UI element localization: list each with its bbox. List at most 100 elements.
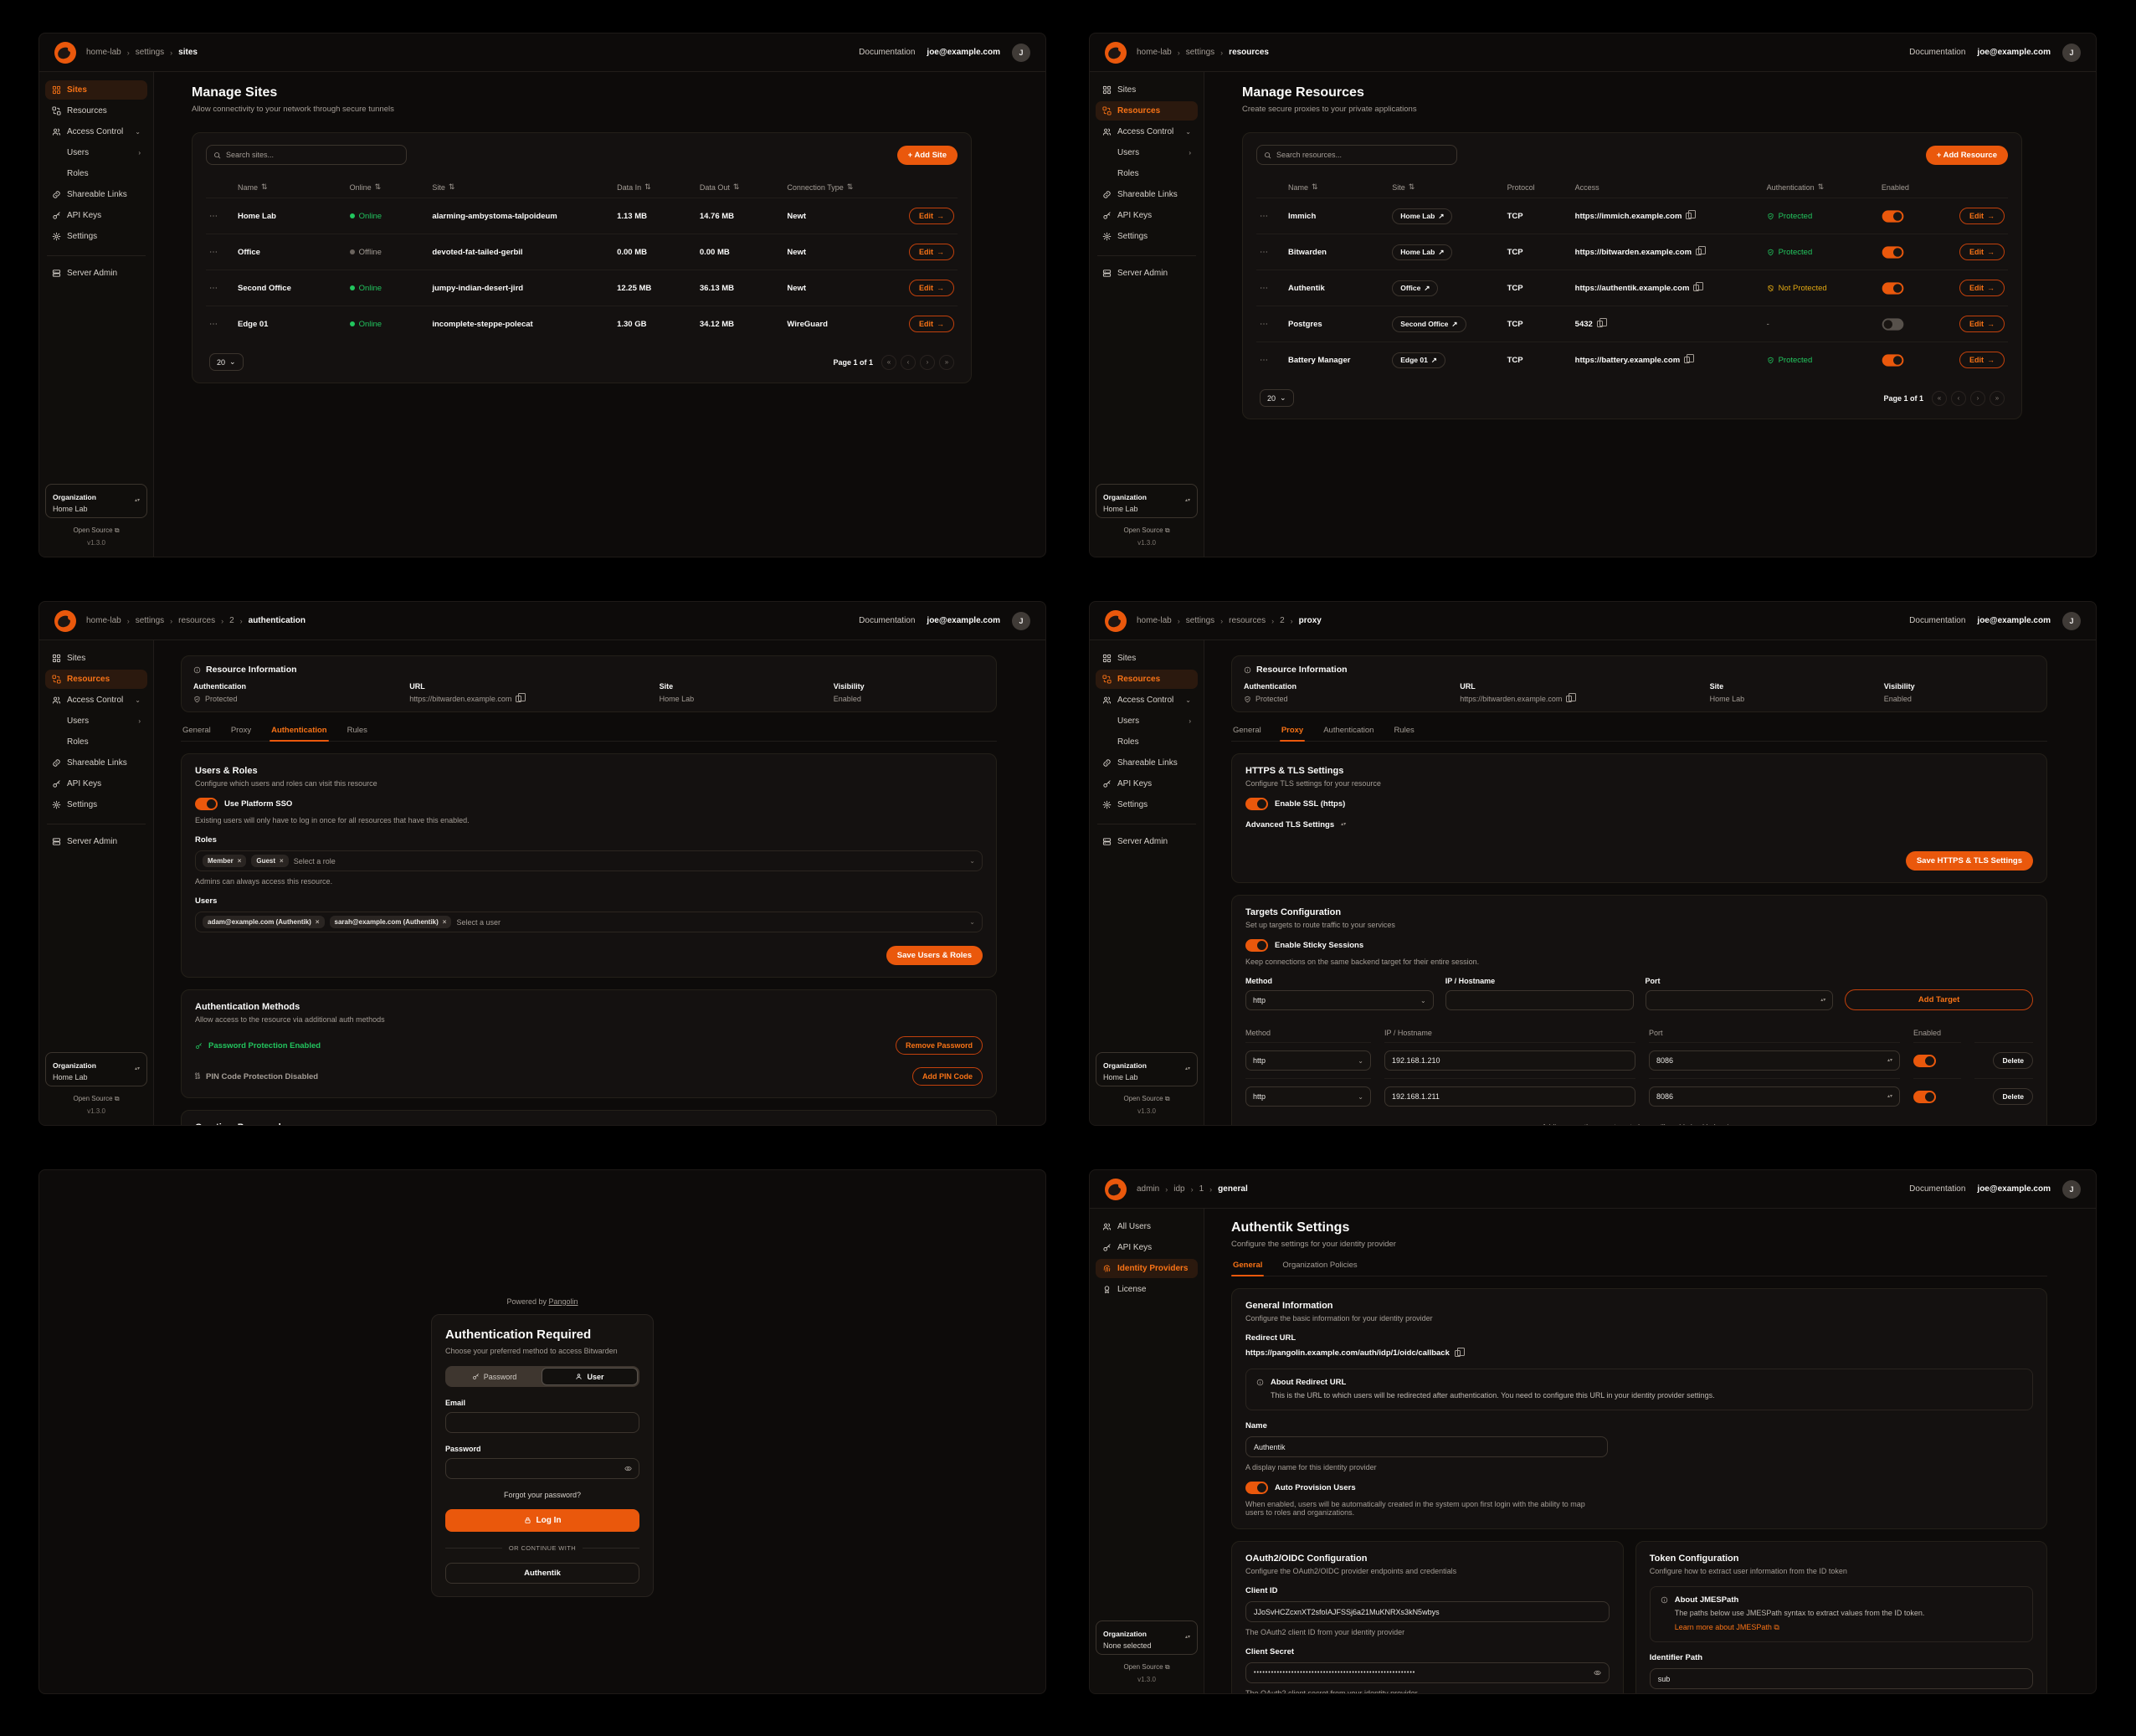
copy-icon[interactable] — [1597, 321, 1603, 327]
last-page-button[interactable]: » — [939, 355, 954, 370]
password-field[interactable] — [445, 1458, 639, 1479]
delete-target-button[interactable]: Delete — [1993, 1052, 2033, 1069]
edit-button[interactable]: Edit→ — [909, 280, 954, 296]
sidebar-item-api-keys[interactable]: API Keys — [1096, 206, 1198, 225]
copy-icon[interactable] — [1455, 1350, 1461, 1357]
breadcrumb-item[interactable]: resources — [1229, 616, 1266, 625]
sidebar-item-api-keys[interactable]: API Keys — [45, 774, 147, 794]
sidebar-item-settings[interactable]: Settings — [1096, 227, 1198, 246]
target-enabled-toggle[interactable] — [1913, 1091, 1936, 1103]
sidebar-item-users[interactable]: Users› — [45, 143, 147, 162]
open-source-link[interactable]: Open Source ⧉ — [1096, 1095, 1198, 1103]
sidebar-item-resources[interactable]: Resources — [45, 670, 147, 689]
remove-icon[interactable]: × — [238, 857, 242, 865]
documentation-link[interactable]: Documentation — [859, 48, 915, 57]
column-header[interactable]: Name⇅ — [1285, 177, 1389, 198]
client-id-field[interactable] — [1245, 1601, 1610, 1622]
copy-icon[interactable] — [1566, 696, 1572, 702]
row-actions-icon[interactable]: ⋯ — [1260, 248, 1269, 257]
method-select[interactable]: http⌄ — [1245, 990, 1434, 1010]
sidebar-item-server-admin[interactable]: Server Admin — [45, 832, 147, 851]
sidebar-item-shareable-links[interactable]: Shareable Links — [45, 753, 147, 773]
enabled-toggle[interactable] — [1882, 282, 1904, 294]
column-header[interactable]: Name⇅ — [234, 177, 347, 198]
remove-password-button[interactable]: Remove Password — [896, 1036, 983, 1055]
ip-hostname-input[interactable] — [1384, 1086, 1635, 1107]
remove-icon[interactable]: × — [280, 857, 284, 865]
documentation-link[interactable]: Documentation — [859, 616, 915, 625]
column-header[interactable]: Data Out⇅ — [696, 177, 784, 198]
sidebar-item-sites[interactable]: Sites — [45, 649, 147, 668]
tab-organization-policies[interactable]: Organization Policies — [1281, 1261, 1358, 1276]
user-email[interactable]: joe@example.com — [927, 48, 1000, 57]
breadcrumb-item[interactable]: idp — [1173, 1184, 1184, 1194]
prev-page-button[interactable]: ‹ — [901, 355, 916, 370]
forgot-password-link[interactable]: Forgot your password? — [445, 1491, 639, 1499]
method-select[interactable]: http⌄ — [1245, 1086, 1371, 1107]
breadcrumb-item[interactable]: settings — [1186, 48, 1214, 57]
sidebar-item-access-control[interactable]: Access Control⌄ — [1096, 122, 1198, 141]
next-page-button[interactable]: › — [920, 355, 935, 370]
breadcrumb-item[interactable]: home-lab — [86, 48, 121, 57]
row-actions-icon[interactable]: ⋯ — [1260, 284, 1269, 293]
column-header[interactable]: Protocol — [1504, 177, 1572, 198]
site-link[interactable]: Office↗ — [1392, 280, 1438, 296]
column-header[interactable]: Authentication⇅ — [1764, 177, 1878, 198]
row-actions-icon[interactable]: ⋯ — [209, 320, 218, 329]
copy-icon[interactable] — [1684, 357, 1690, 363]
column-header[interactable]: Site⇅ — [429, 177, 614, 198]
edit-button[interactable]: Edit→ — [1959, 352, 2005, 368]
column-header[interactable]: Data In⇅ — [614, 177, 696, 198]
sidebar-item-api-keys[interactable]: API Keys — [1096, 774, 1198, 794]
breadcrumb-item[interactable]: resources — [178, 616, 215, 625]
copy-icon[interactable] — [1693, 285, 1699, 291]
sidebar-item-users[interactable]: Users› — [1096, 143, 1198, 162]
edit-button[interactable]: Edit→ — [1959, 316, 2005, 332]
edit-button[interactable]: Edit→ — [909, 244, 954, 260]
sidebar-item-resources[interactable]: Resources — [1096, 670, 1198, 689]
eye-icon[interactable] — [1594, 1669, 1601, 1677]
enabled-toggle[interactable] — [1882, 318, 1904, 330]
avatar[interactable]: J — [2062, 1180, 2081, 1199]
enabled-toggle[interactable] — [1882, 354, 1904, 366]
tab-rules[interactable]: Rules — [1392, 726, 1415, 741]
name-field[interactable] — [1245, 1436, 1608, 1457]
jmespath-learn-more-link[interactable]: Learn more about JMESPath ⧉ — [1675, 1622, 1925, 1633]
rows-per-page-select[interactable]: 20⌄ — [1260, 389, 1294, 407]
avatar[interactable]: J — [1012, 44, 1030, 62]
breadcrumb-item[interactable]: home-lab — [86, 616, 121, 625]
sidebar-item-sites[interactable]: Sites — [1096, 649, 1198, 668]
log-in-button[interactable]: Log In — [445, 1509, 639, 1532]
sidebar-item-roles[interactable]: Roles — [45, 732, 147, 752]
sidebar-item-api-keys[interactable]: API Keys — [1096, 1238, 1198, 1257]
column-header[interactable]: Enabled — [1878, 177, 1946, 198]
edit-button[interactable]: Edit→ — [909, 208, 954, 224]
tab-authentication[interactable]: Authentication — [270, 726, 329, 741]
tab-password[interactable]: Password — [447, 1368, 542, 1385]
port-input[interactable]: ▴▾ — [1649, 1050, 1900, 1071]
search-input[interactable] — [1256, 145, 1457, 165]
site-link[interactable]: Edge 01↗ — [1392, 352, 1445, 368]
breadcrumb-item[interactable]: settings — [136, 616, 164, 625]
enable-ssl-toggle[interactable] — [1245, 798, 1268, 810]
org-switcher[interactable]: OrganizationHome Lab ▴▾ — [45, 484, 147, 518]
sidebar-item-server-admin[interactable]: Server Admin — [45, 264, 147, 283]
advanced-tls-expander[interactable]: Advanced TLS Settings▴▾ — [1245, 820, 2033, 829]
sidebar-item-server-admin[interactable]: Server Admin — [1096, 264, 1198, 283]
first-page-button[interactable]: « — [881, 355, 896, 370]
sidebar-item-shareable-links[interactable]: Shareable Links — [1096, 753, 1198, 773]
sidebar-item-sites[interactable]: Sites — [45, 80, 147, 100]
open-source-link[interactable]: Open Source ⧉ — [1096, 526, 1198, 535]
breadcrumb-item[interactable]: 2 — [229, 616, 234, 625]
documentation-link[interactable]: Documentation — [1909, 616, 1965, 625]
ip-hostname-input[interactable] — [1384, 1050, 1635, 1071]
column-header[interactable]: Connection Type⇅ — [783, 177, 896, 198]
sidebar-item-access-control[interactable]: Access Control⌄ — [45, 691, 147, 710]
enabled-toggle[interactable] — [1882, 246, 1904, 258]
next-page-button[interactable]: › — [1970, 391, 1985, 406]
search-input[interactable] — [206, 145, 407, 165]
tab-general[interactable]: General — [181, 726, 213, 741]
users-multiselect[interactable]: adam@example.com (Authentik)× sarah@exam… — [195, 912, 983, 932]
row-actions-icon[interactable]: ⋯ — [209, 284, 218, 293]
documentation-link[interactable]: Documentation — [1909, 48, 1965, 57]
